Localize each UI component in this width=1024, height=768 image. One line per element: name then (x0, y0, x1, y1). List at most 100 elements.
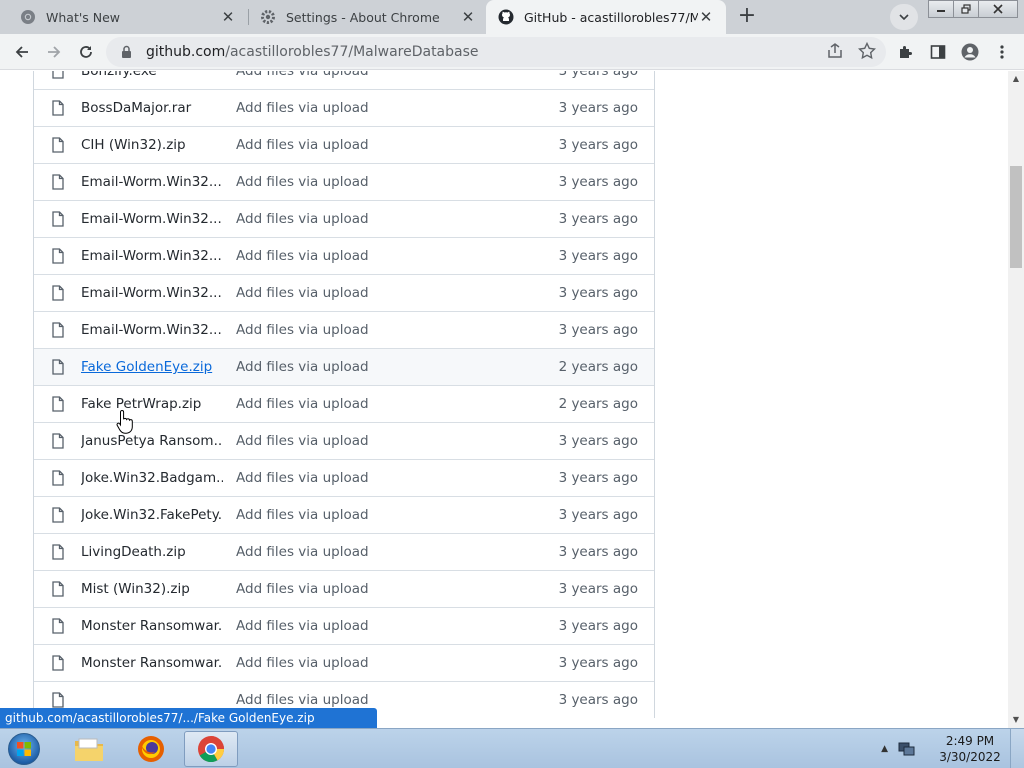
commit-message-link[interactable]: Add files via upload (236, 470, 369, 486)
commit-message-link[interactable]: Add files via upload (236, 285, 369, 301)
network-icon[interactable] (898, 741, 916, 757)
tab-whats-new[interactable]: What's New ✕ (0, 0, 248, 34)
commit-message-link[interactable]: Add files via upload (236, 655, 369, 671)
file-name-link[interactable]: Email-Worm.Win32.... (81, 285, 223, 301)
taskbar-explorer-button[interactable] (62, 731, 116, 767)
file-name-link[interactable]: JanusPetya Ransom... (81, 433, 223, 449)
commit-age: 3 years ago (558, 211, 638, 227)
commit-message-link[interactable]: Add files via upload (236, 174, 369, 190)
vertical-scrollbar[interactable]: ▲ ▼ (1008, 71, 1024, 728)
file-icon (52, 655, 64, 671)
table-row[interactable]: Email-Worm.Win32.... Add files via upload… (34, 274, 654, 311)
close-icon[interactable]: ✕ (698, 9, 714, 25)
file-name-link[interactable]: BossDaMajor.rar (81, 100, 223, 116)
table-row[interactable]: CIH (Win32).zip Add files via upload 3 yea… (34, 126, 654, 163)
extensions-button[interactable] (892, 38, 920, 66)
commit-message-link[interactable]: Add files via upload (236, 359, 369, 375)
taskbar-firefox-button[interactable] (124, 731, 178, 767)
restore-button[interactable] (953, 0, 979, 18)
close-icon[interactable]: ✕ (220, 9, 236, 25)
file-name-link[interactable]: Fake GoldenEye.zip (81, 359, 223, 375)
commit-age: 3 years ago (558, 655, 638, 671)
link-status-bubble: github.com/acastillorobles77/.../Fake Go… (0, 708, 377, 728)
clock[interactable]: 2:49 PM 3/30/2022 (930, 733, 1010, 765)
table-row[interactable]: LivingDeath.zip Add files via upload 3 yea… (34, 533, 654, 570)
scroll-down-arrow-icon[interactable]: ▼ (1008, 712, 1024, 728)
profile-button[interactable] (956, 38, 984, 66)
table-row[interactable]: Joke.Win32.FakePety... Add files via uplo… (34, 496, 654, 533)
side-panel-button[interactable] (924, 38, 952, 66)
file-icon (52, 100, 64, 116)
side-panel-icon (930, 45, 946, 59)
file-name-link[interactable]: Mist (Win32).zip (81, 581, 223, 597)
table-row[interactable]: Email-Worm.Win32.... Add files via upload… (34, 163, 654, 200)
table-row[interactable]: Email-Worm.Win32.... Add files via upload… (34, 237, 654, 274)
close-icon (993, 4, 1003, 14)
table-row[interactable]: Joke.Win32.Badgam... Add files via upload… (34, 459, 654, 496)
commit-message-link[interactable]: Add files via upload (236, 71, 369, 79)
address-bar[interactable]: github.com/acastillorobles77/MalwareData… (106, 37, 886, 67)
file-name-link[interactable]: Email-Worm.Win32.... (81, 322, 223, 338)
file-name-link[interactable]: Joke.Win32.Badgam... (81, 470, 223, 486)
minimize-button[interactable] (928, 0, 954, 18)
commit-age: 3 years ago (558, 544, 638, 560)
tab-search-button[interactable] (890, 4, 918, 30)
window-close-button[interactable] (978, 0, 1018, 18)
tab-settings-about-chrome[interactable]: Settings - About Chrome ✕ (240, 0, 488, 34)
file-name-link[interactable]: Email-Worm.Win32.... (81, 248, 223, 264)
commit-message-link[interactable]: Add files via upload (236, 100, 369, 116)
taskbar-chrome-button[interactable] (184, 731, 238, 767)
file-name-link[interactable]: Joke.Win32.FakePety... (81, 507, 223, 523)
table-row[interactable]: Fake GoldenEye.zip Add files via upload 2 … (34, 348, 654, 385)
show-desktop-button[interactable] (1010, 729, 1024, 768)
table-row[interactable]: Email-Worm.Win32.... Add files via upload… (34, 311, 654, 348)
chrome-icon (20, 9, 36, 25)
commit-message-link[interactable]: Add files via upload (236, 618, 369, 634)
commit-age: 3 years ago (558, 433, 638, 449)
file-name-link[interactable]: Fake PetrWrap.zip (81, 396, 223, 412)
file-name-link[interactable]: CIH (Win32).zip (81, 137, 223, 153)
file-icon (52, 544, 64, 560)
commit-message-link[interactable]: Add files via upload (236, 544, 369, 560)
commit-message-link[interactable]: Add files via upload (236, 396, 369, 412)
commit-age: 3 years ago (558, 692, 638, 708)
tab-github[interactable]: GitHub - acastillorobles77/Malwa ✕ (486, 0, 726, 34)
menu-button[interactable] (988, 38, 1016, 66)
commit-message-link[interactable]: Add files via upload (236, 137, 369, 153)
table-row[interactable]: Monster Ransomwar... Add files via upload… (34, 644, 654, 681)
forward-button[interactable] (40, 38, 68, 66)
new-tab-button[interactable]: + (733, 3, 761, 31)
lock-icon (118, 45, 134, 59)
show-hidden-icons-icon[interactable]: ▲ (881, 744, 888, 754)
file-name-link[interactable]: Email-Worm.Win32.... (81, 174, 223, 190)
arrow-left-icon (15, 46, 28, 58)
commit-message-link[interactable]: Add files via upload (236, 248, 369, 264)
reload-button[interactable] (72, 38, 100, 66)
file-name-link[interactable]: Bonzify.exe (81, 71, 223, 79)
table-row[interactable]: BossDaMajor.rar Add files via upload 3 yea… (34, 89, 654, 126)
commit-message-link[interactable]: Add files via upload (236, 322, 369, 338)
scroll-up-arrow-icon[interactable]: ▲ (1008, 71, 1024, 87)
commit-message-link[interactable]: Add files via upload (236, 433, 369, 449)
close-icon[interactable]: ✕ (460, 9, 476, 25)
commit-message-link[interactable]: Add files via upload (236, 581, 369, 597)
commit-message-link[interactable]: Add files via upload (236, 211, 369, 227)
arrow-right-icon (48, 46, 61, 58)
commit-message-link[interactable]: Add files via upload (236, 692, 369, 708)
table-row[interactable]: Bonzify.exe Add files via upload 3 years a… (34, 71, 654, 89)
start-button[interactable] (4, 731, 44, 767)
table-row[interactable]: Mist (Win32).zip Add files via upload 3 ye… (34, 570, 654, 607)
bookmark-star-icon[interactable] (858, 42, 876, 60)
file-name-link[interactable]: Monster Ransomwar... (81, 618, 223, 634)
table-row[interactable]: Email-Worm.Win32.... Add files via upload… (34, 200, 654, 237)
commit-message-link[interactable]: Add files via upload (236, 507, 369, 523)
back-button[interactable] (8, 38, 36, 66)
commit-age: 3 years ago (558, 71, 638, 79)
share-icon[interactable] (826, 42, 844, 60)
table-row[interactable]: Monster Ransomwar... Add files via upload… (34, 607, 654, 644)
file-name-link[interactable]: Email-Worm.Win32.... (81, 211, 223, 227)
file-name-link[interactable]: LivingDeath.zip (81, 544, 223, 560)
minimize-icon (937, 10, 945, 12)
scrollbar-thumb[interactable] (1010, 166, 1022, 268)
file-name-link[interactable]: Monster Ransomwar... (81, 655, 223, 671)
